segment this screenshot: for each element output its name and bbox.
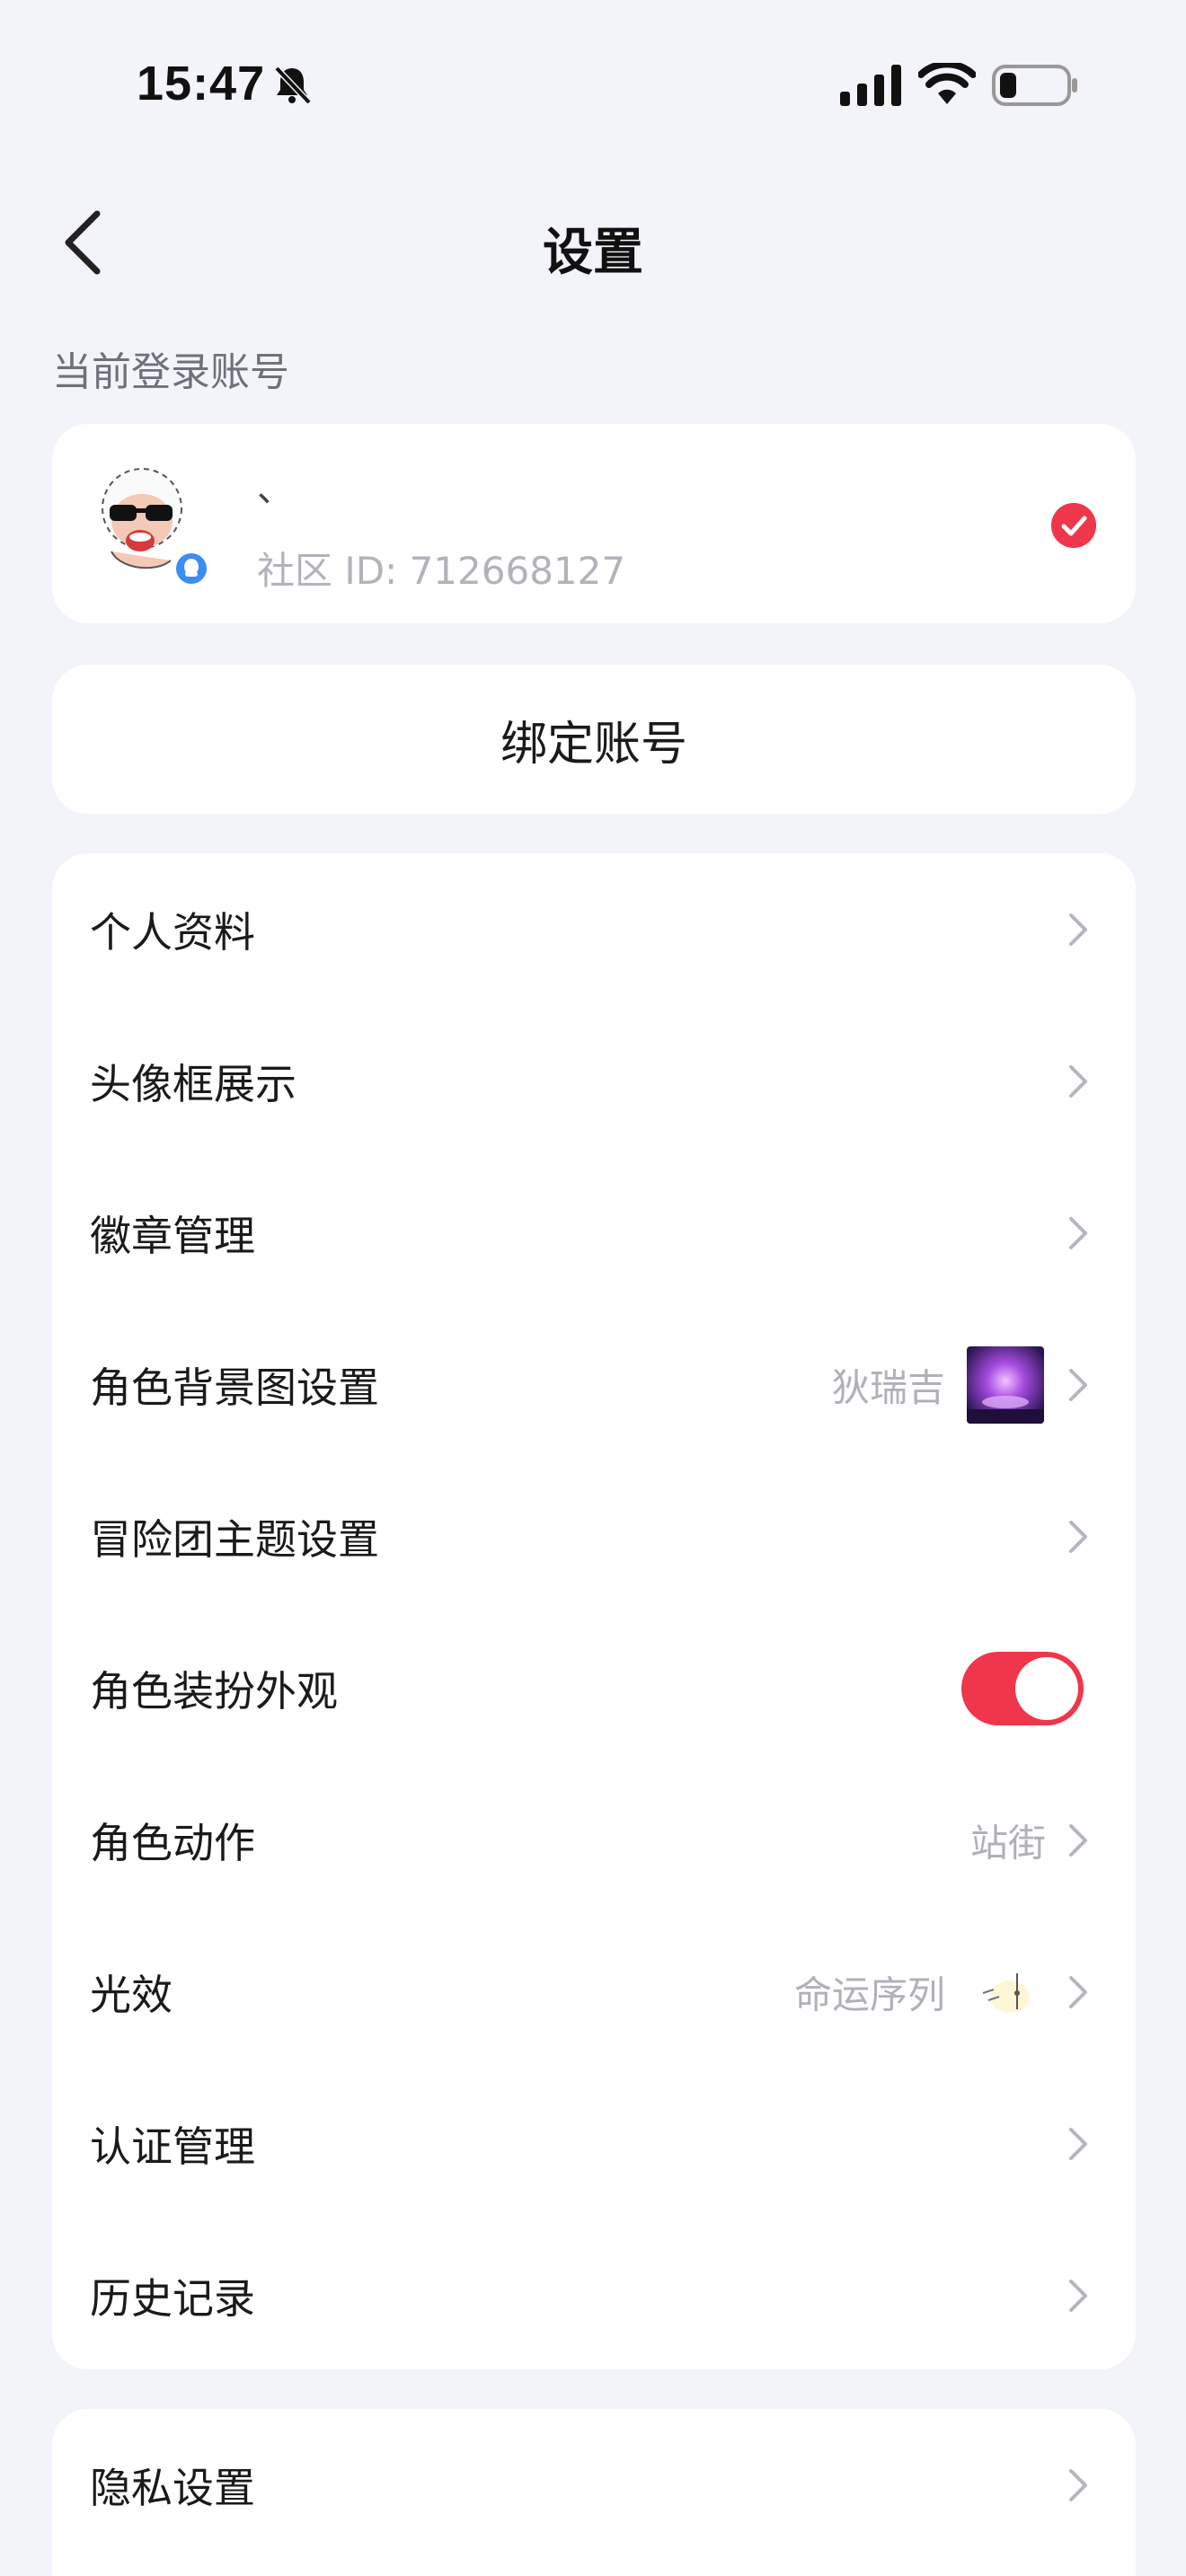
menu-item-character-action[interactable]: 角色动作 站街 <box>52 1764 1136 1916</box>
chevron-right-icon <box>1069 1216 1087 1249</box>
menu-item-profile[interactable]: 个人资料 <box>52 853 1136 1005</box>
light-effect-thumbnail <box>967 1953 1044 2031</box>
check-selected-icon <box>1051 503 1096 548</box>
chevron-right-icon <box>1069 1975 1087 2008</box>
account-nickname: 、 <box>257 469 293 510</box>
menu-item-label: 冒险团主题设置 <box>90 1514 379 1564</box>
wifi-icon <box>918 63 976 104</box>
chevron-right-icon <box>1069 2127 1087 2160</box>
bind-account-button[interactable]: 绑定账号 <box>52 665 1136 814</box>
menu-item-label: 隐私设置 <box>90 2463 255 2512</box>
current-account-card[interactable]: 、 社区 ID: 712668127 <box>52 424 1136 623</box>
menu-item-label: 角色背景图设置 <box>90 1363 379 1412</box>
menu-item-label: 角色动作 <box>90 1818 255 1867</box>
battery-icon <box>992 65 1077 106</box>
menu-item-badges[interactable]: 徽章管理 <box>52 1157 1136 1309</box>
menu-item-value: 狄瑞吉 <box>831 1365 945 1409</box>
privacy-settings-card: 隐私设置 <box>52 2409 1136 2576</box>
bell-muted-icon <box>274 66 312 105</box>
background-thumbnail <box>967 1345 1044 1424</box>
menu-item-avatar-frame[interactable]: 头像框展示 <box>52 1005 1136 1157</box>
chevron-right-icon <box>1069 1368 1087 1401</box>
menu-item-value: 命运序列 <box>793 1972 945 2016</box>
page-title: 设置 <box>543 224 643 282</box>
menu-item-adventure-theme[interactable]: 冒险团主题设置 <box>52 1460 1136 1612</box>
chevron-right-icon <box>1069 913 1087 946</box>
chevron-right-icon <box>1069 1064 1087 1098</box>
menu-item-history[interactable]: 历史记录 <box>52 2219 1136 2371</box>
menu-item-character-appearance: 角色装扮外观 <box>52 1612 1136 1764</box>
status-time: 15:47 <box>137 57 266 110</box>
chevron-right-icon <box>1069 2468 1087 2501</box>
settings-screen: 15:47 设置 当前登录账号 、 社区 ID: 712668127 绑定账号 … <box>0 0 1186 2576</box>
signal-icon <box>840 65 901 106</box>
menu-item-label: 头像框展示 <box>90 1059 296 1108</box>
menu-item-label: 徽章管理 <box>90 1211 255 1260</box>
settings-menu: 个人资料 头像框展示 徽章管理 角色背景图设置 狄瑞吉 冒险团主题设置 角色装扮… <box>52 853 1136 2369</box>
navigation-bar: 设置 <box>0 180 1186 305</box>
menu-item-verification[interactable]: 认证管理 <box>52 2068 1136 2219</box>
menu-item-privacy[interactable]: 隐私设置 <box>52 2409 1136 2561</box>
chevron-right-icon <box>1069 2279 1087 2312</box>
community-id: 社区 ID: 712668127 <box>257 549 626 593</box>
chevron-right-icon <box>1069 1520 1087 1553</box>
status-bar: 15:47 <box>0 0 1186 153</box>
menu-item-label: 历史记录 <box>90 2273 255 2323</box>
current-account-label: 当前登录账号 <box>52 349 289 395</box>
qq-badge-icon <box>171 548 212 589</box>
chevron-right-icon <box>1069 1823 1087 1857</box>
menu-item-label: 个人资料 <box>90 907 255 957</box>
appearance-toggle[interactable] <box>961 1651 1084 1725</box>
menu-item-light-effect[interactable]: 光效 命运序列 <box>52 1916 1136 2068</box>
menu-item-label: 认证管理 <box>90 2122 255 2171</box>
bind-account-label: 绑定账号 <box>500 717 687 772</box>
menu-item-label: 角色装扮外观 <box>90 1666 338 1716</box>
toggle-knob <box>1015 1656 1078 1720</box>
menu-item-character-background[interactable]: 角色背景图设置 狄瑞吉 <box>52 1309 1136 1460</box>
menu-item-value: 站街 <box>969 1821 1046 1865</box>
menu-item-label: 光效 <box>90 1970 173 2019</box>
